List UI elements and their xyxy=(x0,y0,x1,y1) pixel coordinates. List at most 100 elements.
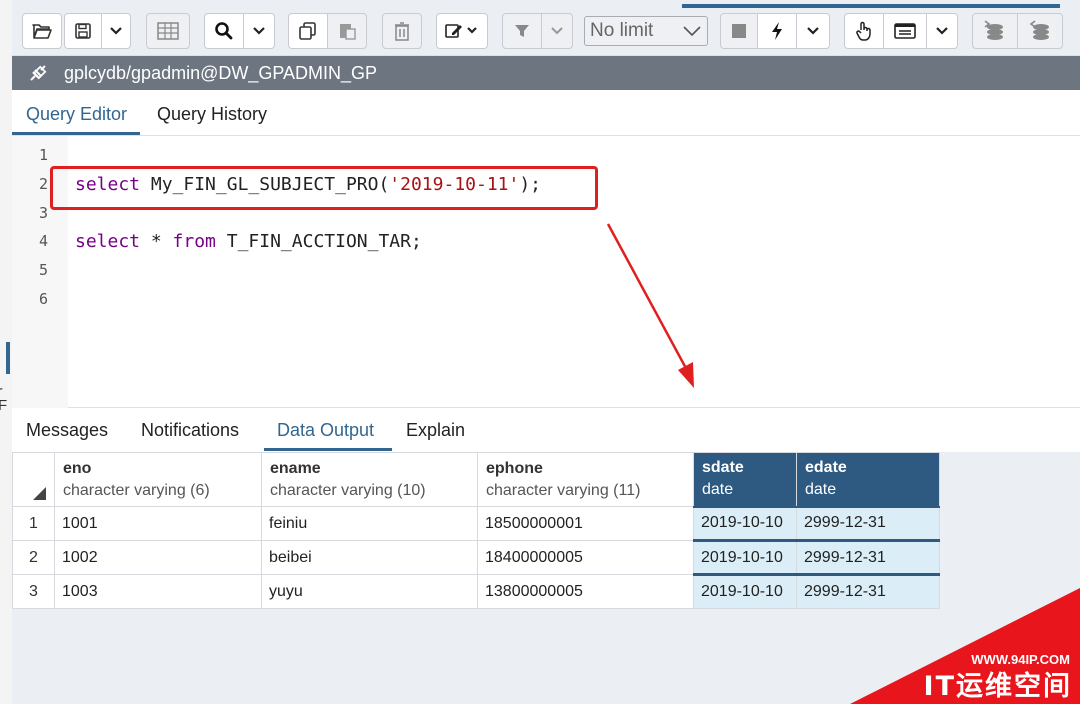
column-header-edate[interactable]: edate date xyxy=(796,452,940,507)
cell-ename[interactable]: beibei xyxy=(261,540,478,575)
query-toolbar: No limit xyxy=(12,0,1080,56)
sql-keyword: from xyxy=(172,231,216,252)
column-header-sdate[interactable]: sdate date xyxy=(693,452,797,507)
row-number[interactable]: 3 xyxy=(12,574,55,609)
code-line-4[interactable]: select * from T_FIN_ACCTION_TAR; xyxy=(75,231,422,252)
tab-query-history[interactable]: Query History xyxy=(157,104,267,125)
filter-dropdown-button[interactable] xyxy=(541,13,573,49)
edit-dropdown-button[interactable] xyxy=(436,13,488,49)
row-limit-value: No limit xyxy=(590,20,654,41)
table-row[interactable]: 2 1002 beibei 18400000005 2019-10-10 299… xyxy=(12,539,940,575)
column-header-ename[interactable]: ename character varying (10) xyxy=(261,452,478,507)
tab-query-editor[interactable]: Query Editor xyxy=(26,104,127,125)
select-all-corner[interactable] xyxy=(12,452,55,507)
site-watermark: WWW.94IP.COM IT运维空间 xyxy=(850,588,1080,704)
column-type: character varying (10) xyxy=(270,481,426,499)
connection-bar[interactable]: gplcydb/gpadmin@DW_GPADMIN_GP xyxy=(12,56,1080,90)
cell-sdate[interactable]: 2019-10-10 xyxy=(693,573,797,609)
select-all-triangle-icon xyxy=(33,487,46,500)
filter-icon xyxy=(514,23,530,39)
connection-plug-icon[interactable] xyxy=(12,62,64,84)
annotation-highlight-box xyxy=(50,166,598,210)
active-output-tab-underline xyxy=(264,448,392,451)
edit-data-button[interactable] xyxy=(146,13,190,49)
cell-ephone[interactable]: 18400000005 xyxy=(477,540,694,575)
delete-button[interactable] xyxy=(382,13,422,49)
copy-icon xyxy=(298,21,318,41)
column-type: date xyxy=(805,481,837,499)
paste-icon xyxy=(337,21,357,41)
explain-button[interactable] xyxy=(844,13,884,49)
delete-icon xyxy=(394,21,410,41)
chevron-down-icon xyxy=(551,27,563,35)
row-limit-select[interactable]: No limit xyxy=(584,16,708,46)
tab-explain[interactable]: Explain xyxy=(406,420,465,441)
save-button[interactable] xyxy=(64,13,102,49)
row-number[interactable]: 2 xyxy=(12,540,55,575)
editor-tabs: Query Editor Query History xyxy=(12,90,1080,136)
cell-ename[interactable]: yuyu xyxy=(261,574,478,609)
column-type: date xyxy=(702,481,734,499)
connection-label: gplcydb/gpadmin@DW_GPADMIN_GP xyxy=(64,62,378,83)
stop-icon xyxy=(731,23,747,39)
sql-editor[interactable]: 1 2 3 4 5 6 select My_FIN_GL_SUBJECT_PRO… xyxy=(12,136,1080,408)
edit-icon xyxy=(445,22,479,40)
cell-edate[interactable]: 2999-12-31 xyxy=(796,505,940,541)
edit-grid-icon xyxy=(156,21,180,41)
cell-eno[interactable]: 1002 xyxy=(54,540,262,575)
pgadmin-query-tool: -F xyxy=(0,0,1080,704)
left-panel-text-fragment: -F xyxy=(0,380,8,414)
filter-button[interactable] xyxy=(502,13,542,49)
table-row[interactable]: 1 1001 feiniu 18500000001 2019-10-10 299… xyxy=(12,505,940,541)
paste-button[interactable] xyxy=(327,13,367,49)
rollback-icon xyxy=(1027,19,1053,43)
chevron-down-icon xyxy=(253,27,265,35)
result-table: eno character varying (6) ename character … xyxy=(12,452,940,609)
cell-eno[interactable]: 1003 xyxy=(54,574,262,609)
find-button[interactable] xyxy=(204,13,244,49)
column-type: character varying (6) xyxy=(63,481,210,499)
left-panel-selection-marker xyxy=(6,342,10,374)
column-header-ephone[interactable]: ephone character varying (11) xyxy=(477,452,694,507)
open-folder-icon xyxy=(32,22,52,40)
find-dropdown-button[interactable] xyxy=(243,13,275,49)
toolbar-accent-line xyxy=(682,4,1060,8)
cell-eno[interactable]: 1001 xyxy=(54,506,262,541)
cell-edate[interactable]: 2999-12-31 xyxy=(796,539,940,575)
column-name: ename xyxy=(270,459,321,477)
cell-ename[interactable]: feiniu xyxy=(261,506,478,541)
macros-button[interactable] xyxy=(883,13,927,49)
cancel-query-button[interactable] xyxy=(720,13,758,49)
cell-ephone[interactable]: 18500000001 xyxy=(477,506,694,541)
column-name: edate xyxy=(805,459,847,477)
chevron-down-icon xyxy=(683,20,701,42)
column-name: sdate xyxy=(702,459,744,477)
execute-button[interactable] xyxy=(757,13,797,49)
cell-ephone[interactable]: 13800000005 xyxy=(477,574,694,609)
chevron-down-icon xyxy=(807,27,819,35)
macros-dropdown-button[interactable] xyxy=(926,13,958,49)
column-name: eno xyxy=(63,459,92,477)
cell-sdate[interactable]: 2019-10-10 xyxy=(693,539,797,575)
line-number: 3 xyxy=(38,204,48,222)
execute-dropdown-button[interactable] xyxy=(796,13,830,49)
copy-button[interactable] xyxy=(288,13,328,49)
left-panel-edge: -F xyxy=(0,0,12,704)
execute-lightning-icon xyxy=(770,21,784,41)
tab-data-output[interactable]: Data Output xyxy=(277,420,374,441)
rollback-button[interactable] xyxy=(1017,13,1063,49)
tab-messages[interactable]: Messages xyxy=(26,420,108,441)
row-number[interactable]: 1 xyxy=(12,506,55,541)
line-number: 5 xyxy=(38,261,48,279)
tab-notifications[interactable]: Notifications xyxy=(141,420,239,441)
macro-icon xyxy=(894,22,916,40)
open-file-button[interactable] xyxy=(22,13,62,49)
save-icon xyxy=(74,22,92,40)
commit-button[interactable] xyxy=(972,13,1018,49)
table-row[interactable]: 3 1003 yuyu 13800000005 2019-10-10 2999-… xyxy=(12,573,940,609)
cell-sdate[interactable]: 2019-10-10 xyxy=(693,505,797,541)
column-header-eno[interactable]: eno character varying (6) xyxy=(54,452,262,507)
sql-table-name: T_FIN_ACCTION_TAR; xyxy=(215,231,422,252)
save-dropdown-button[interactable] xyxy=(101,13,131,49)
chevron-down-icon xyxy=(936,27,948,35)
